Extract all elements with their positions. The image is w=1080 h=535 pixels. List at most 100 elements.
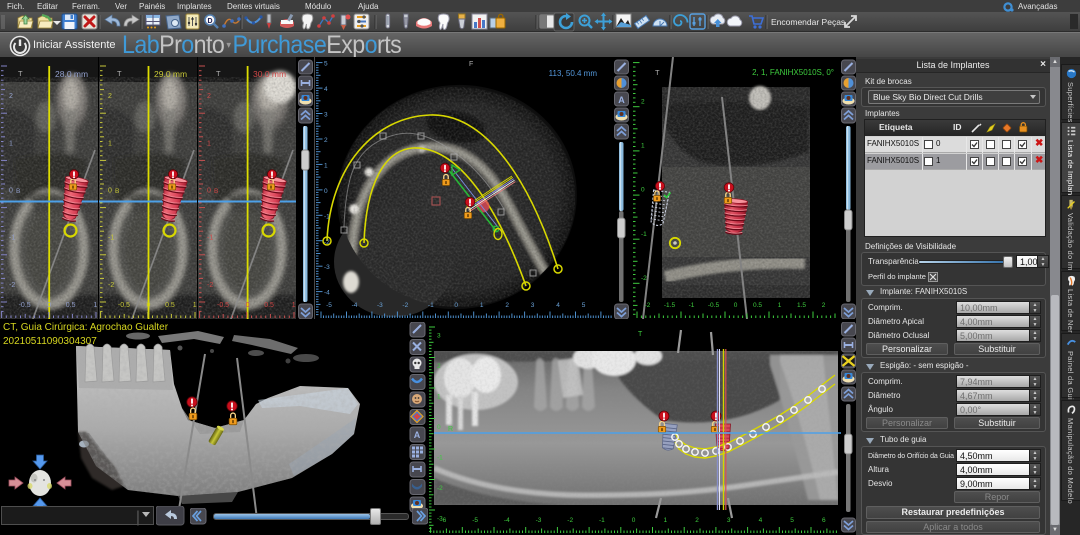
svg-text:-1: -1 [428, 302, 434, 309]
svg-text:-1: -1 [324, 213, 330, 220]
svg-text:1: 1 [778, 302, 782, 309]
svg-text:-4: -4 [352, 302, 358, 309]
svg-text:0: 0 [207, 188, 211, 195]
svg-text:-1: -1 [599, 517, 605, 524]
svg-text:B: B [115, 188, 119, 195]
svg-text:1: 1 [437, 393, 441, 400]
svg-text:-1: -1 [641, 231, 647, 238]
svg-text:30.0 mm: 30.0 mm [253, 69, 286, 79]
svg-text:0.5: 0.5 [66, 302, 76, 309]
svg-text:5: 5 [582, 302, 586, 309]
svg-text:1: 1 [93, 302, 97, 309]
svg-text:2: 2 [822, 302, 826, 309]
svg-text:0: 0 [246, 302, 250, 309]
svg-text:-2: -2 [108, 282, 114, 289]
svg-text:T: T [655, 68, 660, 77]
svg-text:-3: -3 [324, 264, 330, 271]
svg-text:D: D [207, 18, 212, 25]
svg-text:1: 1 [663, 517, 667, 524]
svg-text:2: 2 [324, 137, 328, 144]
svg-text:-2: -2 [324, 239, 330, 246]
svg-text:1: 1 [641, 143, 645, 150]
svg-text:-2: -2 [402, 302, 408, 309]
svg-text:-5: -5 [326, 302, 332, 309]
svg-text:2, 1, FANIHX5010S, 0°: 2, 1, FANIHX5010S, 0° [752, 68, 834, 77]
svg-text:-1.5: -1.5 [664, 302, 676, 309]
svg-text:2: 2 [207, 93, 211, 100]
svg-text:2: 2 [695, 517, 699, 524]
svg-text:2: 2 [505, 302, 509, 309]
svg-text:0: 0 [147, 302, 151, 309]
svg-text:0: 0 [108, 188, 112, 195]
svg-text:0: 0 [437, 424, 441, 431]
svg-text:3: 3 [727, 517, 731, 524]
svg-text:0: 0 [47, 302, 51, 309]
svg-text:3: 3 [531, 302, 535, 309]
svg-text:1: 1 [108, 140, 112, 147]
svg-text:4: 4 [556, 302, 560, 309]
svg-text:-5: -5 [472, 517, 478, 524]
svg-text:0: 0 [632, 517, 636, 524]
svg-text:1: 1 [193, 302, 197, 309]
svg-text:F: F [469, 61, 473, 68]
svg-text:0: 0 [641, 187, 645, 194]
svg-text:1: 1 [480, 302, 484, 309]
svg-text:1.5: 1.5 [797, 302, 806, 309]
svg-text:T: T [638, 331, 643, 338]
svg-text:-1: -1 [207, 235, 213, 242]
svg-text:5: 5 [324, 61, 328, 68]
svg-text:20210511090304307: 20210511090304307 [3, 336, 97, 347]
svg-text:1: 1 [207, 140, 211, 147]
svg-text:-1: -1 [437, 454, 443, 461]
svg-text:-0.5: -0.5 [118, 302, 130, 309]
svg-text:B: B [16, 188, 20, 195]
svg-text:-3: -3 [536, 517, 542, 524]
svg-text:2: 2 [641, 98, 645, 105]
svg-text:A: A [414, 430, 421, 440]
svg-text:2: 2 [108, 93, 112, 100]
svg-text:-3: -3 [377, 302, 383, 309]
svg-text:0: 0 [734, 302, 738, 309]
svg-text:CT, Guia Cirúrgica: Agrochao G: CT, Guia Cirúrgica: Agrochao Gualter [3, 322, 169, 333]
svg-text:-4: -4 [504, 517, 510, 524]
svg-text:1: 1 [324, 162, 328, 169]
svg-text:2: 2 [437, 363, 441, 370]
svg-text:B: B [214, 188, 218, 195]
svg-text:-1: -1 [689, 302, 695, 309]
svg-text:-2: -2 [207, 282, 213, 289]
svg-text:1: 1 [292, 302, 296, 309]
svg-text:0: 0 [454, 302, 458, 309]
svg-text:4: 4 [759, 517, 763, 524]
svg-text:-0.5: -0.5 [19, 302, 31, 309]
svg-text:0.5: 0.5 [264, 302, 274, 309]
svg-text:Encomendar Peças: Encomendar Peças [771, 17, 845, 27]
svg-text:2: 2 [9, 93, 13, 100]
svg-text:-6: -6 [441, 517, 447, 524]
svg-text:-2: -2 [645, 302, 651, 309]
svg-text:-0.5: -0.5 [217, 302, 229, 309]
svg-text:-1: -1 [9, 235, 15, 242]
svg-text:T: T [18, 69, 23, 78]
svg-text:0: 0 [324, 188, 328, 195]
svg-text:R: R [448, 426, 453, 433]
svg-text:-2: -2 [437, 485, 443, 492]
svg-text:28.0 mm: 28.0 mm [55, 69, 88, 79]
svg-text:0.5: 0.5 [753, 302, 762, 309]
svg-text:T: T [216, 69, 221, 78]
svg-text:-0.5: -0.5 [708, 302, 720, 309]
svg-text:29.0 mm: 29.0 mm [154, 69, 187, 79]
svg-text:A: A [618, 95, 625, 105]
svg-text:-2: -2 [641, 275, 647, 282]
svg-text:-1: -1 [108, 235, 114, 242]
svg-text:6: 6 [822, 517, 826, 524]
svg-text:113, 50.4 mm: 113, 50.4 mm [549, 69, 598, 78]
svg-text:3: 3 [324, 112, 328, 119]
svg-text:5: 5 [790, 517, 794, 524]
svg-text:-2: -2 [9, 282, 15, 289]
svg-text:0: 0 [9, 188, 13, 195]
svg-text:3: 3 [437, 332, 441, 339]
svg-text:T: T [117, 69, 122, 78]
svg-text:0.5: 0.5 [165, 302, 175, 309]
svg-text:1: 1 [9, 140, 13, 147]
svg-text:4: 4 [324, 86, 328, 93]
